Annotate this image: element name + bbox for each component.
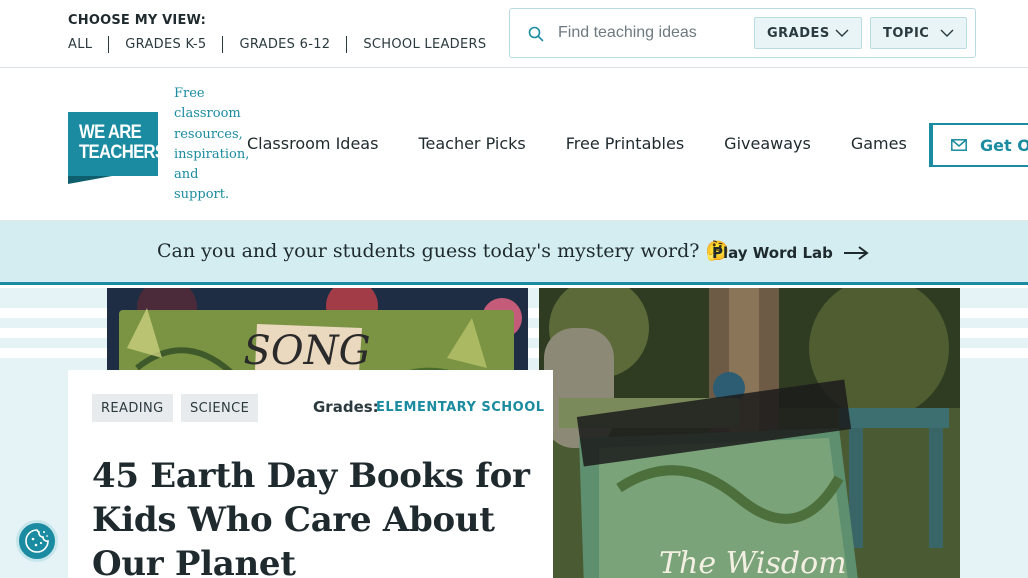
view-link-grades-k5[interactable]: GRADES K-5 [125, 37, 206, 52]
nav-games[interactable]: Games [851, 134, 907, 153]
view-link-all[interactable]: ALL [68, 37, 92, 52]
article-hero: SONG The Wisdom READING SCIENCE Grades: … [0, 288, 1028, 578]
search-bar: GRADES TOPIC [509, 8, 976, 58]
article-title: 45 Earth Day Books for Kids Who Care Abo… [92, 456, 530, 578]
main-header: WE ARE TEACHERS Free classroom resources… [0, 68, 1028, 221]
top-utility-bar: CHOOSE MY VIEW: ALL GRADES K-5 GRADES 6-… [0, 0, 1028, 68]
nav-classroom-ideas[interactable]: Classroom Ideas [247, 134, 378, 153]
arrow-right-icon [843, 246, 869, 260]
book-title-text: SONG [243, 328, 370, 374]
play-word-lab-link[interactable]: Play Word Lab [712, 244, 869, 262]
banner-text: Can you and your students guess today's … [157, 240, 730, 262]
newsletter-button-label: Get Ou [980, 135, 1028, 155]
grades-dropdown-label: GRADES [767, 25, 830, 41]
topic-dropdown[interactable]: TOPIC [870, 17, 967, 49]
nav-teacher-picks[interactable]: Teacher Picks [418, 134, 525, 153]
nav-giveaways[interactable]: Giveaways [724, 134, 811, 153]
site-logo[interactable]: WE ARE TEACHERS [68, 112, 166, 184]
grades-value-link[interactable]: ELEMENTARY SCHOOL [376, 400, 545, 415]
cookie-icon [25, 529, 49, 553]
topic-dropdown-label: TOPIC [883, 25, 930, 41]
word-lab-banner: Can you and your students guess today's … [0, 221, 1028, 285]
tag-reading[interactable]: READING [92, 394, 173, 422]
view-link-school-leaders[interactable]: SCHOOL LEADERS [363, 37, 486, 52]
divider [108, 36, 110, 53]
hero-image-book-wisdom: The Wisdom [539, 288, 960, 578]
article-card: READING SCIENCE Grades: ELEMENTARY SCHOO… [68, 370, 553, 578]
logo-tail [68, 176, 112, 184]
tag-science[interactable]: SCIENCE [181, 394, 259, 422]
logo-wordmark: WE ARE TEACHERS [79, 122, 166, 163]
view-links: ALL GRADES K-5 GRADES 6-12 SCHOOL LEADER… [68, 36, 486, 53]
search-icon[interactable] [528, 26, 544, 42]
divider [346, 36, 348, 53]
search-input[interactable] [558, 19, 748, 47]
cookie-settings-button[interactable] [16, 520, 58, 562]
site-tagline: Free classroom resources, inspiration, a… [174, 86, 250, 203]
chevron-down-icon [835, 29, 849, 37]
grades-label: Grades: [313, 398, 379, 416]
choose-view-label: CHOOSE MY VIEW: [68, 13, 207, 28]
main-nav: Classroom Ideas Teacher Picks Free Print… [247, 134, 947, 153]
mail-icon [951, 139, 967, 151]
divider [222, 36, 224, 53]
chevron-down-icon [940, 29, 954, 37]
view-link-grades-6-12[interactable]: GRADES 6-12 [239, 37, 330, 52]
book-title-text: The Wisdom [659, 546, 847, 578]
nav-free-printables[interactable]: Free Printables [566, 134, 684, 153]
newsletter-button[interactable]: Get Ou [929, 123, 1028, 167]
play-word-lab-label: Play Word Lab [712, 244, 833, 262]
grades-dropdown[interactable]: GRADES [754, 17, 862, 49]
